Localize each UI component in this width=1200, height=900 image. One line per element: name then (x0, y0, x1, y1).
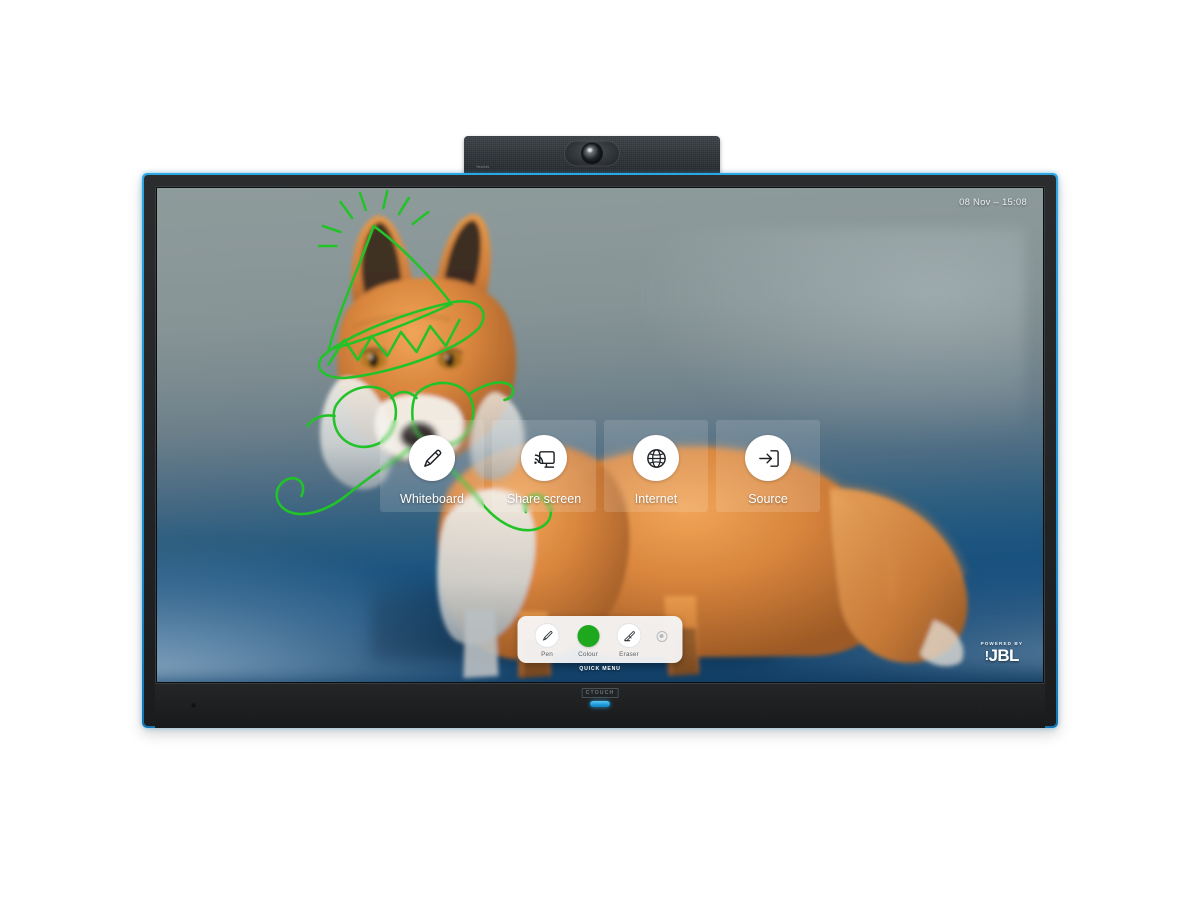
camera-brand-label: Yealink (476, 165, 490, 169)
display-bottom-bezel: CTOUCH (155, 684, 1045, 728)
status-datetime: 08 Nov – 15:08 (959, 197, 1027, 208)
color-swatch[interactable] (577, 624, 599, 647)
launcher-tiles: Whiteboard Share screen Internet Source (380, 420, 820, 512)
tile-icon-wrap (521, 435, 567, 481)
quick-menu-bar: Pen Colour Eraser (517, 616, 683, 663)
globe-icon (646, 448, 666, 468)
screen-cast-icon (533, 450, 555, 468)
ctouch-logo: CTOUCH (581, 688, 619, 698)
camera-lens-icon (582, 143, 602, 163)
tile-label: Source (748, 492, 788, 506)
powered-by-jbl-badge: POWERED BY !JBL (981, 641, 1023, 664)
tile-icon-wrap (409, 435, 455, 481)
input-source-icon (758, 449, 779, 467)
ir-sensor-right (1001, 704, 1005, 708)
display-frame: 08 Nov – 15:08 POWERED BY !JBL Whiteboar… (142, 173, 1058, 728)
display-panel: 08 Nov – 15:08 POWERED BY !JBL Whiteboar… (155, 186, 1045, 684)
camera-lens-housing (564, 140, 620, 167)
pen-icon-wrap (534, 623, 560, 648)
jbl-logo: !JBL (981, 647, 1023, 664)
quick-menu-label: Eraser (619, 651, 639, 658)
tile-source[interactable]: Source (716, 420, 820, 512)
quick-menu-label: Pen (541, 651, 553, 658)
screenshot-stage: Yealink 08 Nov – 15:08 POWERED BY !JBL W… (0, 0, 1200, 900)
tile-share-screen[interactable]: Share screen (492, 420, 596, 512)
ir-sensor-right-inner (977, 705, 981, 709)
tile-label: Whiteboard (400, 492, 464, 506)
powered-by-label: POWERED BY (980, 641, 1023, 646)
screen-content: 08 Nov – 15:08 POWERED BY !JBL Whiteboar… (157, 188, 1043, 682)
eraser-icon (623, 630, 635, 641)
tile-label: Internet (634, 492, 678, 506)
display-bezel: 08 Nov – 15:08 POWERED BY !JBL Whiteboar… (144, 175, 1056, 728)
power-led-indicator[interactable] (590, 701, 610, 707)
quick-menu-eraser[interactable]: Eraser (609, 623, 650, 658)
more-options-icon (656, 630, 667, 642)
quick-menu-caption: QUICK MENU (579, 666, 621, 672)
tile-label: Share screen (506, 492, 582, 506)
quick-menu-label: Colour (578, 651, 598, 658)
tile-icon-wrap (633, 435, 679, 481)
quick-menu-more-button[interactable] (650, 630, 674, 642)
camera-soundbar: Yealink (464, 136, 720, 174)
tile-whiteboard[interactable]: Whiteboard (380, 420, 484, 512)
pencil-icon (423, 449, 441, 467)
quick-menu-pen[interactable]: Pen (527, 623, 568, 658)
quick-menu-colour[interactable]: Colour (568, 623, 609, 658)
tile-internet[interactable]: Internet (604, 420, 708, 512)
tile-icon-wrap (745, 435, 791, 481)
ir-sensor-left (191, 703, 196, 708)
eraser-icon-wrap (616, 623, 642, 648)
jbl-logo-text: JBL (988, 646, 1020, 665)
pen-icon (542, 630, 552, 641)
quick-menu-container: Pen Colour Eraser QUICK MENU (517, 616, 683, 672)
